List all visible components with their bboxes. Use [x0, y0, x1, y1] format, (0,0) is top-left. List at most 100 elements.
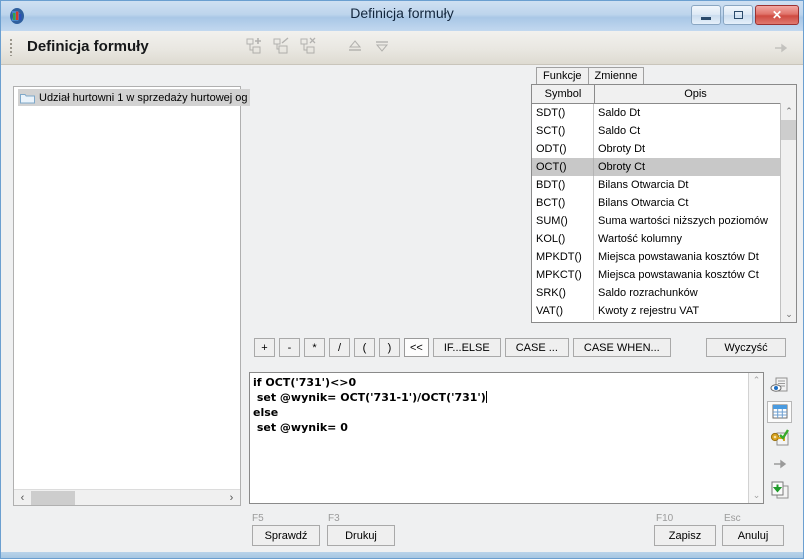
- list-rows: SDT() Saldo Dt SCT() Saldo Ct ODT() Obroty Dt…: [532, 104, 796, 320]
- minimize-icon: [701, 16, 711, 20]
- function-tabs: Funkcje Zmienne: [536, 67, 645, 84]
- editor-side-toolbar: [767, 375, 793, 501]
- minus-button[interactable]: -: [279, 338, 300, 357]
- scroll-thumb[interactable]: [781, 120, 796, 140]
- function-row[interactable]: MPKCT() Miejsca powstawania kosztów Ct: [532, 266, 796, 284]
- move-down-icon[interactable]: [373, 37, 391, 55]
- function-row[interactable]: KOL() Wartość kolumny: [532, 230, 796, 248]
- scroll-down-icon[interactable]: ⌄: [749, 488, 763, 503]
- multiply-button[interactable]: *: [304, 338, 325, 357]
- download-document-icon[interactable]: [767, 479, 792, 501]
- add-node-icon[interactable]: [246, 37, 264, 55]
- list-header: Symbol Opis: [532, 85, 796, 104]
- tab-zmienne[interactable]: Zmienne: [587, 67, 645, 84]
- status-bar: [1, 552, 803, 558]
- drag-grip: [10, 39, 12, 56]
- scroll-down-icon[interactable]: ⌄: [781, 306, 796, 322]
- column-header-description[interactable]: Opis: [595, 85, 796, 103]
- function-symbol: MPKDT(): [532, 248, 594, 266]
- function-description: Saldo rozrachunków: [598, 287, 698, 299]
- link-icon[interactable]: [767, 453, 792, 475]
- edit-node-icon[interactable]: [273, 37, 291, 55]
- function-symbol: ODT(): [532, 140, 594, 158]
- minimize-button[interactable]: [691, 5, 721, 25]
- formula-code-text[interactable]: if OCT('731')<>0 set @wynik= OCT('731-1'…: [253, 375, 733, 435]
- function-row[interactable]: MPKDT() Miejsca powstawania kosztów Dt: [532, 248, 796, 266]
- function-symbol: MPKCT(): [532, 266, 594, 284]
- function-row[interactable]: VAT() Kwoty z rejestru VAT: [532, 302, 796, 320]
- page-title: Definicja formuły: [27, 38, 149, 55]
- function-symbol: BDT(): [532, 176, 594, 194]
- editor-vertical-scrollbar[interactable]: ⌃ ⌄: [748, 373, 763, 503]
- key-check-icon[interactable]: [767, 427, 792, 449]
- function-description: Miejsca powstawania kosztów Ct: [598, 269, 759, 281]
- function-symbol: VAT(): [532, 302, 594, 320]
- print-button[interactable]: Drukuj: [327, 525, 395, 546]
- code-line: set @wynik= OCT('731-1')/OCT('731'): [253, 391, 487, 404]
- if-else-button[interactable]: IF...ELSE: [432, 338, 501, 357]
- function-row[interactable]: SRK() Saldo rozrachunków: [532, 284, 796, 302]
- function-description: Kwoty z rejestru VAT: [598, 305, 700, 317]
- check-button[interactable]: Sprawdź: [252, 525, 320, 546]
- plus-button[interactable]: +: [254, 338, 275, 357]
- function-symbol: SCT(): [532, 122, 594, 140]
- scroll-thumb[interactable]: [31, 490, 75, 505]
- close-icon: ✕: [771, 8, 783, 22]
- function-description: Saldo Ct: [598, 125, 641, 137]
- list-vertical-scrollbar[interactable]: ⌃ ⌄: [780, 103, 796, 322]
- maximize-icon: [733, 11, 743, 19]
- case-when-button[interactable]: CASE WHEN...: [572, 338, 671, 357]
- function-description: Obroty Ct: [598, 161, 646, 173]
- text-caret: [485, 391, 487, 403]
- function-row[interactable]: OCT() Obroty Ct: [532, 158, 796, 176]
- scroll-up-icon[interactable]: ⌃: [781, 103, 796, 119]
- maximize-button[interactable]: [723, 5, 753, 25]
- window-controls: ✕: [691, 5, 799, 26]
- key-hint-f5: F5: [252, 513, 264, 524]
- delete-node-icon[interactable]: [300, 37, 318, 55]
- window-title: Definicja formuły: [350, 5, 454, 21]
- save-button[interactable]: Zapisz: [654, 525, 716, 546]
- open-paren-button[interactable]: (: [354, 338, 375, 357]
- close-paren-button[interactable]: ): [379, 338, 400, 357]
- close-button[interactable]: ✕: [755, 5, 799, 25]
- function-symbol: KOL(): [532, 230, 594, 248]
- function-row[interactable]: BCT() Bilans Otwarcia Ct: [532, 194, 796, 212]
- divide-button[interactable]: /: [329, 338, 350, 357]
- table-grid-icon[interactable]: [767, 401, 792, 423]
- tree-horizontal-scrollbar[interactable]: ‹ ›: [14, 489, 240, 505]
- function-row[interactable]: SDT() Saldo Dt: [532, 104, 796, 122]
- header-band: Definicja formuły: [1, 31, 803, 65]
- tree-item[interactable]: Udział hurtowni 1 w sprzedaży hurtowej o…: [18, 89, 250, 106]
- tab-funkcje[interactable]: Funkcje: [536, 67, 589, 84]
- column-header-symbol[interactable]: Symbol: [532, 85, 595, 103]
- function-row[interactable]: SUM() Suma wartości niższych poziomów: [532, 212, 796, 230]
- formula-definition-window: Definicja formuły ✕ Definicja formuły Ud…: [0, 0, 804, 559]
- link-icon[interactable]: [773, 42, 789, 54]
- case-button[interactable]: CASE ...: [504, 338, 569, 357]
- tree-item-label: Udział hurtowni 1 w sprzedaży hurtowej o…: [39, 91, 248, 104]
- scroll-left-icon[interactable]: ‹: [14, 490, 31, 506]
- function-symbol: BCT(): [532, 194, 594, 212]
- cancel-button[interactable]: Anuluj: [722, 525, 784, 546]
- scroll-up-icon[interactable]: ⌃: [749, 373, 763, 388]
- function-row[interactable]: ODT() Obroty Dt: [532, 140, 796, 158]
- preview-document-icon[interactable]: [767, 375, 792, 397]
- insert-button[interactable]: <<: [404, 338, 429, 357]
- function-description: Wartość kolumny: [598, 233, 682, 245]
- formula-code-editor[interactable]: if OCT('731')<>0 set @wynik= OCT('731-1'…: [249, 372, 764, 504]
- key-hint-f3: F3: [328, 513, 340, 524]
- move-up-icon[interactable]: [346, 37, 364, 55]
- function-row[interactable]: BDT() Bilans Otwarcia Dt: [532, 176, 796, 194]
- function-symbol: SRK(): [532, 284, 594, 302]
- code-line: else: [253, 406, 279, 419]
- scroll-right-icon[interactable]: ›: [223, 490, 240, 506]
- functions-listbox[interactable]: Symbol Opis SDT() Saldo Dt SCT() Saldo Ct OD…: [531, 84, 797, 323]
- function-symbol: SDT(): [532, 104, 594, 122]
- clear-button[interactable]: Wyczyść: [706, 338, 786, 357]
- formula-tree-panel[interactable]: Udział hurtowni 1 w sprzedaży hurtowej o…: [13, 86, 250, 506]
- header-toolbar: [246, 37, 391, 55]
- function-row[interactable]: SCT() Saldo Ct: [532, 122, 796, 140]
- function-description: Miejsca powstawania kosztów Dt: [598, 251, 759, 263]
- function-description: Obroty Dt: [598, 143, 646, 155]
